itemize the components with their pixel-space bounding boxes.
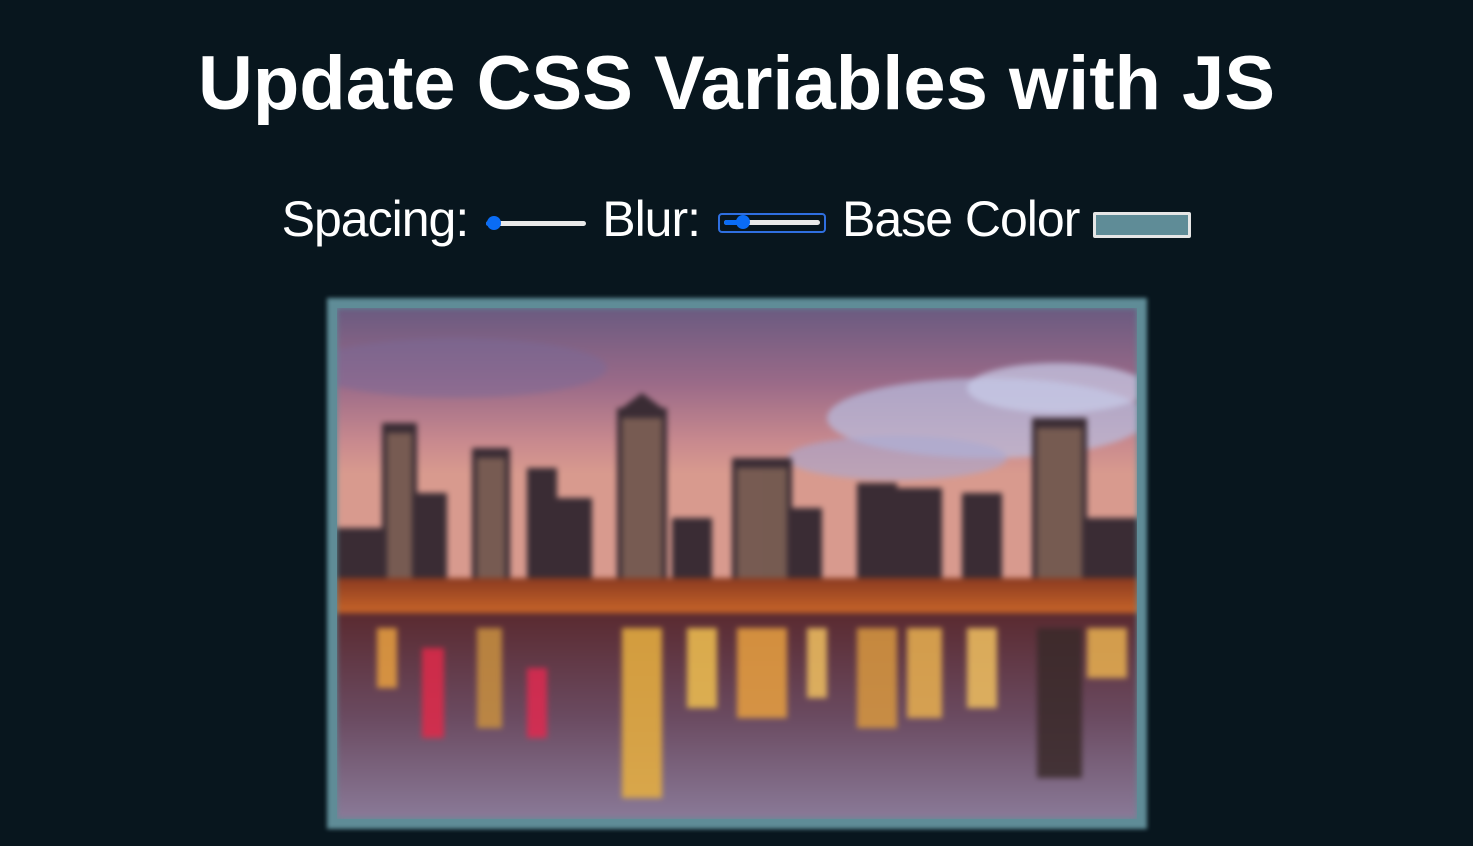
spacing-slider[interactable] xyxy=(486,216,587,230)
blur-slider-thumb[interactable] xyxy=(736,215,751,229)
blur-label: Blur: xyxy=(602,191,701,247)
spacing-slider-thumb[interactable] xyxy=(487,216,502,230)
spacing-label: Spacing: xyxy=(281,191,470,247)
page: Update CSS Variables with JS Spacing: Bl… xyxy=(0,0,1473,846)
page-title: Update CSS Variables with JS xyxy=(197,41,1276,126)
spacing-slider-track xyxy=(486,221,587,226)
blur-slider-inner xyxy=(724,215,821,231)
skyline-photo xyxy=(337,308,1137,819)
blur-slider[interactable] xyxy=(718,213,827,233)
base-color-label: Base Color xyxy=(842,191,1080,247)
photo-container xyxy=(327,298,1147,829)
base-color-picker[interactable] xyxy=(1093,212,1192,238)
controls-bar: Spacing: Blur: Base Color xyxy=(0,188,1473,250)
skyline-image xyxy=(337,308,1137,819)
